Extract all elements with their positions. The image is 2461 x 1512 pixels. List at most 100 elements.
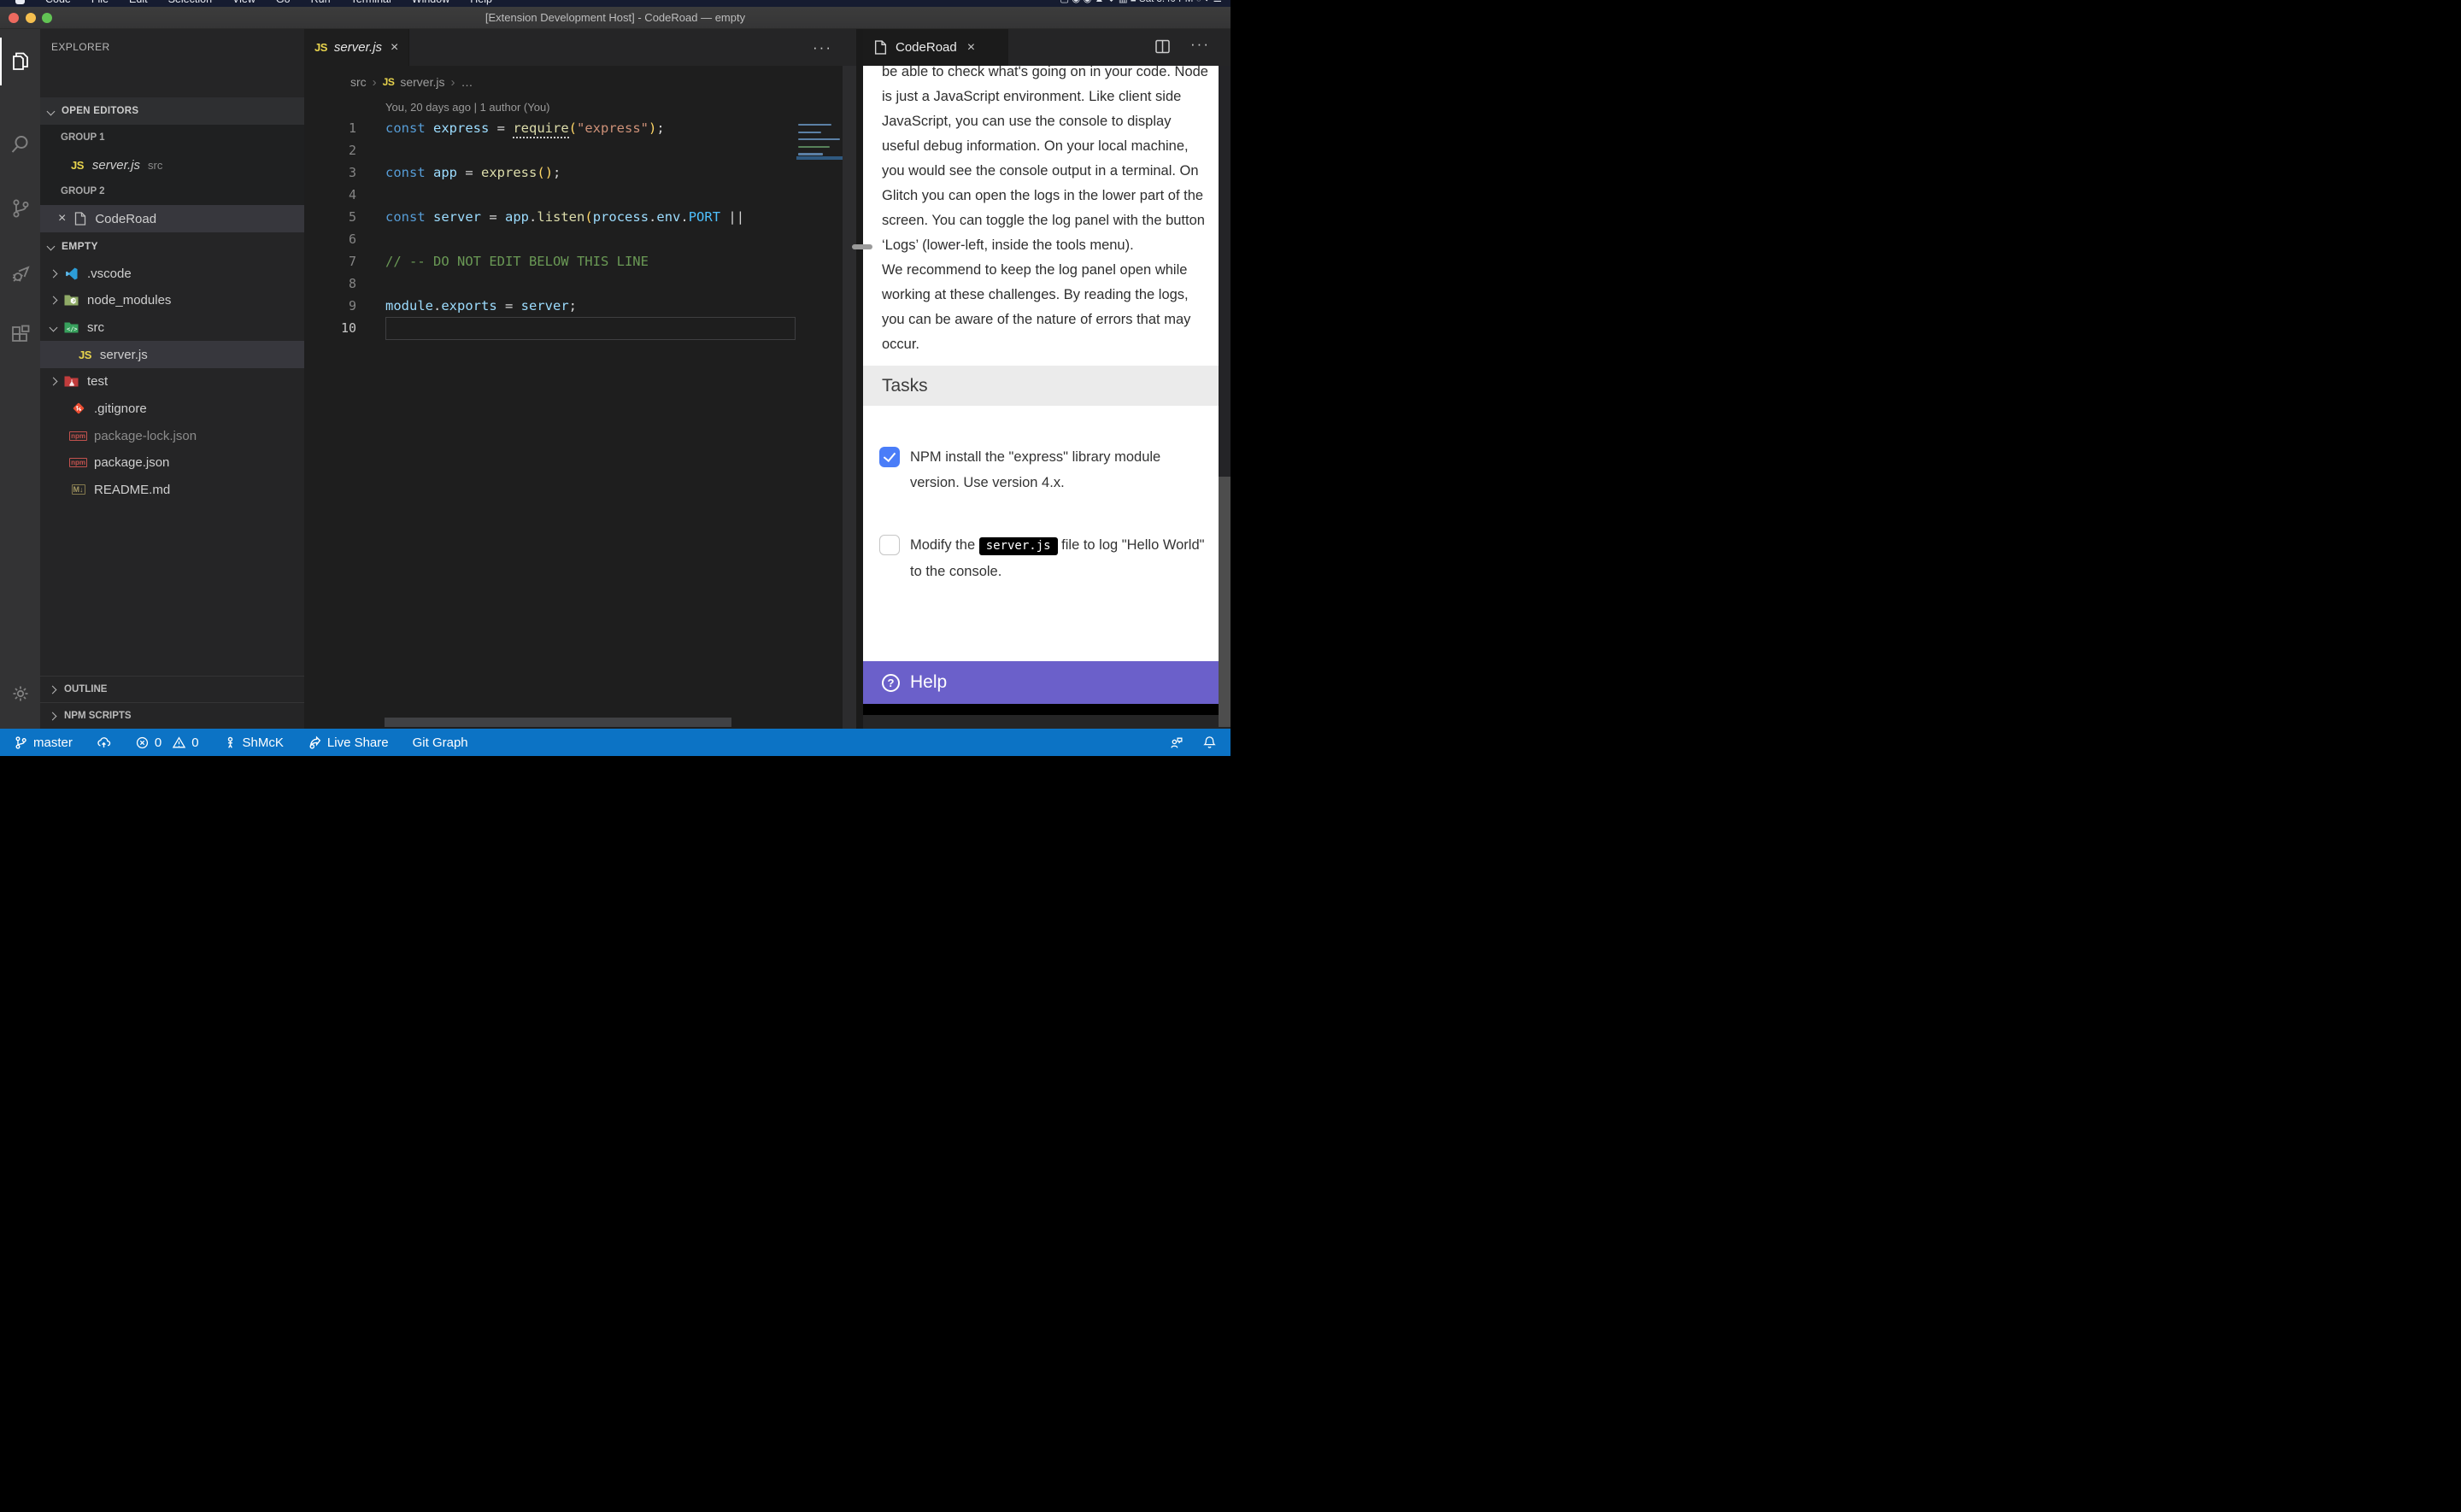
test-folder-icon [64, 375, 79, 388]
editor-scrollbar[interactable] [843, 66, 856, 729]
tree-item-package-json[interactable]: npm package.json [40, 448, 304, 476]
chevron-down-icon [47, 107, 56, 115]
tree-item-serverjs[interactable]: JS server.js [40, 341, 304, 368]
node-modules-folder-icon: JS [64, 294, 79, 307]
source-control-icon[interactable] [0, 188, 40, 229]
tab-coderoad[interactable]: CodeRoad × [863, 29, 1008, 66]
live-share-status[interactable]: Live Share [308, 735, 389, 750]
menu-item-help[interactable]: Help [470, 0, 492, 7]
code-line-7[interactable]: 7// -- DO NOT EDIT BELOW THIS LINE [304, 250, 856, 273]
code-line-10[interactable]: 10 [304, 317, 856, 339]
outline-section-header[interactable]: OUTLINE [40, 676, 304, 702]
extensions-icon[interactable] [0, 314, 40, 355]
breadcrumb[interactable]: src › JS server.js › … [350, 72, 473, 92]
close-icon[interactable]: × [391, 41, 398, 55]
line-number: 10 [304, 317, 356, 339]
menu-item-edit[interactable]: Edit [129, 0, 148, 7]
code-line-8[interactable]: 8 [304, 273, 856, 295]
code-line-4[interactable]: 4 [304, 184, 856, 206]
open-editor-serverjs[interactable]: JS server.js src [40, 151, 304, 179]
open-editors-header[interactable]: OPEN EDITORS [40, 97, 304, 125]
tree-item-readme[interactable]: M↓ README.md [40, 476, 304, 503]
sash-handle[interactable] [852, 244, 872, 249]
breadcrumb-separator: › [373, 75, 377, 90]
menu-item-go[interactable]: Go [276, 0, 291, 7]
panel-more-actions-icon[interactable]: ··· [1190, 36, 1210, 53]
coderoad-webview: be able to check what's going on in your… [863, 66, 1230, 715]
code-line-3[interactable]: 3const app = express(); [304, 161, 856, 184]
tab-serverjs[interactable]: JS server.js × [304, 29, 409, 66]
explorer-icon[interactable] [0, 41, 40, 82]
workspace-root-header[interactable]: EMPTY [40, 232, 304, 260]
close-icon[interactable]: × [967, 41, 975, 55]
apple-icon[interactable] [15, 0, 25, 4]
menu-item-selection[interactable]: Selection [168, 0, 212, 7]
git-branch-status[interactable]: master [14, 735, 73, 750]
vscode-folder-icon [64, 267, 79, 280]
codelens-annotation[interactable]: You, 20 days ago | 1 author (You) [385, 101, 550, 114]
notifications-bell-icon[interactable] [1202, 735, 1217, 750]
line-number: 6 [304, 228, 356, 250]
open-editor-coderoad[interactable]: × CodeRoad [40, 205, 304, 232]
tree-item-gitignore[interactable]: .gitignore [40, 395, 304, 422]
horizontal-scrollbar-thumb[interactable] [385, 718, 731, 727]
tree-item-node-modules[interactable]: JS node_modules [40, 286, 304, 314]
panel-tab-bar: CodeRoad × ··· [863, 29, 1230, 66]
webview-scrollbar-thumb[interactable] [1219, 477, 1230, 727]
feedback-icon[interactable] [1169, 735, 1184, 750]
settings-gear-icon[interactable] [0, 673, 40, 714]
search-icon[interactable] [0, 124, 40, 165]
chevron-right-icon [50, 269, 58, 278]
file-icon [873, 40, 888, 55]
code-line-6[interactable]: 6 [304, 228, 856, 250]
menu-item-file[interactable]: File [91, 0, 109, 7]
code-line-1[interactable]: 1const express = require("express"); [304, 117, 856, 139]
help-question-icon: ? [882, 674, 900, 692]
activity-bar [0, 29, 40, 729]
line-number: 7 [304, 250, 356, 273]
lesson-title: 1. Meet the Node Console [882, 715, 1132, 716]
help-bar[interactable]: ? Help [863, 661, 1230, 704]
lesson-footer[interactable]: 1. Meet the Node Console 1 of 2 tasks [863, 704, 1230, 715]
tree-item-package-lock[interactable]: npm package-lock.json [40, 422, 304, 449]
split-editor-icon[interactable] [1154, 38, 1171, 59]
npm-scripts-section-header[interactable]: NPM SCRIPTS [40, 702, 304, 729]
line-number: 4 [304, 184, 356, 206]
checkbox-checked-icon[interactable] [879, 447, 900, 467]
tree-item-test[interactable]: test [40, 367, 304, 395]
code-area[interactable]: 1const express = require("express");23co… [304, 117, 856, 339]
js-file-icon: JS [383, 76, 395, 88]
person-icon [223, 735, 238, 750]
minimap-line [798, 146, 830, 148]
editor-actions-more-icon[interactable]: ··· [813, 39, 832, 56]
git-graph-status[interactable]: Git Graph [413, 735, 468, 750]
menu-bar-status-icons: ▢ ◉ ◉ ▲ ❖ ▥ ■ Sat 3:40 PM ◌ ◐ ☰ [1060, 0, 1222, 7]
menu-item-terminal[interactable]: Terminal [351, 0, 391, 7]
share-icon [308, 735, 322, 750]
minimap[interactable] [796, 95, 843, 148]
tree-item-src[interactable]: </> src [40, 314, 304, 341]
menu-item-window[interactable]: Window [412, 0, 449, 7]
checkbox-unchecked-icon[interactable] [879, 535, 900, 555]
sync-publish-icon[interactable] [97, 735, 111, 750]
close-icon[interactable]: × [58, 212, 66, 226]
code-line-2[interactable]: 2 [304, 139, 856, 161]
editor-panel-sash[interactable] [856, 29, 863, 729]
code-line-5[interactable]: 5const server = app.listen(process.env.P… [304, 206, 856, 228]
menu-item-view[interactable]: View [232, 0, 255, 7]
problems-status[interactable]: 0 0 [135, 735, 199, 750]
line-number: 9 [304, 295, 356, 317]
minimap-line [798, 132, 821, 133]
run-debug-icon[interactable] [0, 254, 40, 295]
menu-item-run[interactable]: Run [311, 0, 331, 7]
branch-icon [14, 735, 28, 750]
explorer-sidebar: EXPLORER OPEN EDITORS GROUP 1 JS server.… [40, 29, 304, 729]
account-status[interactable]: ShMcK [223, 735, 284, 750]
editor-group: JS server.js × ··· src › JS server.js › … [304, 29, 856, 729]
menu-item-code[interactable]: Code [45, 0, 71, 7]
open-editor-detail: src [148, 159, 162, 172]
editor-group-2-label: GROUP 2 [61, 179, 105, 205]
webview-scrollbar-track[interactable] [1219, 66, 1230, 477]
code-line-9[interactable]: 9module.exports = server; [304, 295, 856, 317]
tree-item-vscode[interactable]: .vscode [40, 260, 304, 287]
